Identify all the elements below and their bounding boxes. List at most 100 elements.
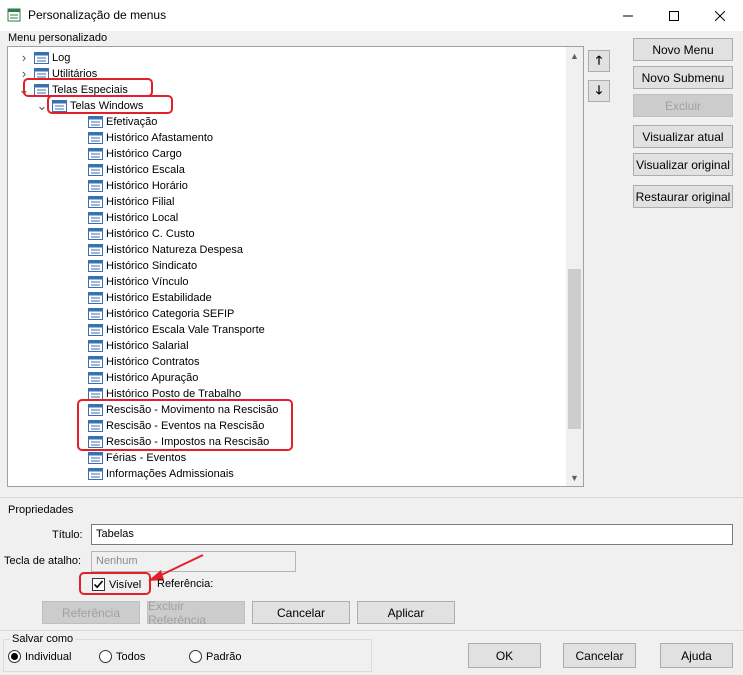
- tree-scrollbar[interactable]: ▲ ▼: [566, 47, 583, 486]
- tree-item-label: Histórico Natureza Despesa: [106, 244, 243, 256]
- restaurar-original-button[interactable]: Restaurar original: [633, 185, 733, 208]
- titulo-label: Título:: [52, 529, 83, 541]
- divider: [0, 630, 743, 631]
- tree-item-label: Histórico Sindicato: [106, 260, 198, 272]
- tree-item[interactable]: Histórico Filial: [88, 194, 174, 210]
- menu-item-icon: [88, 372, 103, 384]
- arrow-up-icon: 🡑: [595, 52, 603, 67]
- radio-padrao-button[interactable]: [189, 650, 202, 663]
- aplicar-button[interactable]: Aplicar: [357, 601, 455, 624]
- tree-item[interactable]: Férias - Eventos: [88, 450, 186, 466]
- tree-item-label: Histórico Vínculo: [106, 276, 189, 288]
- tree-item[interactable]: Histórico Cargo: [88, 146, 182, 162]
- tree-item-label: Histórico Contratos: [106, 356, 200, 368]
- tree-item[interactable]: Histórico Apuração: [88, 370, 198, 386]
- tree-item-label: Histórico Estabilidade: [106, 292, 212, 304]
- radio-todos-label: Todos: [116, 650, 146, 663]
- visualizar-original-button[interactable]: Visualizar original: [633, 153, 733, 176]
- radio-padrao[interactable]: Padrão: [189, 650, 241, 663]
- tree-item-label: Histórico Escala Vale Transporte: [106, 324, 265, 336]
- tree-item[interactable]: Histórico C. Custo: [88, 226, 195, 242]
- chevron-right-icon[interactable]: ›: [18, 50, 30, 66]
- tree-item[interactable]: Histórico Escala Vale Transporte: [88, 322, 265, 338]
- titulo-input[interactable]: Tabelas: [91, 524, 733, 545]
- tree-item[interactable]: Efetivação: [88, 114, 157, 130]
- radio-dot-icon: [11, 653, 18, 660]
- radio-todos[interactable]: Todos: [99, 650, 145, 663]
- save-as-group-label: Salvar como: [10, 633, 76, 645]
- minimize-icon: [623, 15, 633, 16]
- radio-individual-button[interactable]: [8, 650, 21, 663]
- tree-item[interactable]: Histórico Sindicato: [88, 258, 197, 274]
- radio-todos-button[interactable]: [99, 650, 112, 663]
- tree-item[interactable]: Histórico Local: [88, 210, 178, 226]
- tree-item[interactable]: › Log: [18, 50, 70, 66]
- cancelar-properties-button[interactable]: Cancelar: [252, 601, 350, 624]
- tree-item[interactable]: Histórico Natureza Despesa: [88, 242, 243, 258]
- arrow-down-icon: 🡓: [595, 82, 603, 97]
- tree-item[interactable]: Histórico Estabilidade: [88, 290, 212, 306]
- excluir-button[interactable]: Excluir: [633, 94, 733, 117]
- menu-item-icon: [88, 148, 103, 160]
- tree-item-label: Histórico Filial: [106, 196, 175, 208]
- maximize-button[interactable]: [651, 0, 697, 31]
- menu-item-icon: [34, 52, 49, 64]
- menu-item-icon: [88, 356, 103, 368]
- menu-item-icon: [88, 212, 103, 224]
- tree-item[interactable]: Histórico Salarial: [88, 338, 189, 354]
- move-down-button[interactable]: 🡓: [588, 80, 610, 102]
- menu-item-icon: [88, 276, 103, 288]
- tree-item-label: Histórico Categoria SEFIP: [106, 308, 235, 320]
- tree-item[interactable]: Histórico Contratos: [88, 354, 200, 370]
- move-up-button[interactable]: 🡑: [588, 50, 610, 72]
- menu-group-label: Menu personalizado: [8, 32, 108, 44]
- novo-menu-button[interactable]: Novo Menu: [633, 38, 733, 61]
- radio-individual[interactable]: Individual: [8, 650, 71, 663]
- menu-item-icon: [88, 196, 103, 208]
- ok-button[interactable]: OK: [468, 643, 541, 668]
- menu-item-icon: [88, 340, 103, 352]
- maximize-icon: [669, 10, 679, 21]
- menu-item-icon: [88, 324, 103, 336]
- close-button[interactable]: [697, 0, 743, 31]
- tree-item-label: Histórico Salarial: [106, 340, 189, 352]
- help-button[interactable]: Ajuda: [660, 643, 733, 668]
- tree-item[interactable]: Informações Admissionais: [88, 466, 234, 482]
- menu-item-icon: [88, 228, 103, 240]
- cancel-button[interactable]: Cancelar: [563, 643, 636, 668]
- tree-item[interactable]: Histórico Horário: [88, 178, 188, 194]
- tree-item-label: Histórico Afastamento: [106, 132, 213, 144]
- window-title: Personalização de menus: [28, 8, 167, 22]
- menu-item-icon: [88, 132, 103, 144]
- radio-individual-label: Individual: [25, 650, 72, 663]
- annotation-telas-windows: [47, 95, 173, 114]
- minimize-button[interactable]: [605, 0, 651, 31]
- radio-padrao-label: Padrão: [206, 650, 242, 663]
- title-bar: Personalização de menus: [0, 0, 743, 31]
- menu-item-icon: [88, 164, 103, 176]
- tree-item[interactable]: Histórico Escala: [88, 162, 185, 178]
- tree-item[interactable]: Histórico Categoria SEFIP: [88, 306, 234, 322]
- tree-item[interactable]: Histórico Afastamento: [88, 130, 213, 146]
- referencia-button[interactable]: Referência: [42, 601, 140, 624]
- scroll-down-icon[interactable]: ▼: [566, 469, 583, 486]
- scroll-up-icon[interactable]: ▲: [566, 47, 583, 64]
- menu-item-icon: [88, 308, 103, 320]
- menu-item-icon: [88, 260, 103, 272]
- menu-item-icon: [88, 244, 103, 256]
- atalho-label: Tecla de atalho:: [4, 555, 82, 567]
- excluir-referencia-button[interactable]: Excluir Referência: [147, 599, 245, 627]
- menu-item-icon: [88, 292, 103, 304]
- annotation-visivel: [79, 572, 151, 595]
- scroll-thumb[interactable]: [568, 269, 581, 429]
- menu-item-icon: [88, 468, 103, 480]
- properties-group-label: Propriedades: [8, 504, 74, 516]
- visualizar-atual-button[interactable]: Visualizar atual: [633, 125, 733, 148]
- tree-item-label: Histórico Local: [106, 212, 179, 224]
- novo-submenu-button[interactable]: Novo Submenu: [633, 66, 733, 89]
- close-icon: [715, 10, 725, 21]
- tree-item-label: Histórico C. Custo: [106, 228, 195, 240]
- tree-item[interactable]: Histórico Vínculo: [88, 274, 189, 290]
- tree-item-label: Histórico Cargo: [106, 148, 182, 160]
- tree-item-label: Log: [52, 52, 71, 64]
